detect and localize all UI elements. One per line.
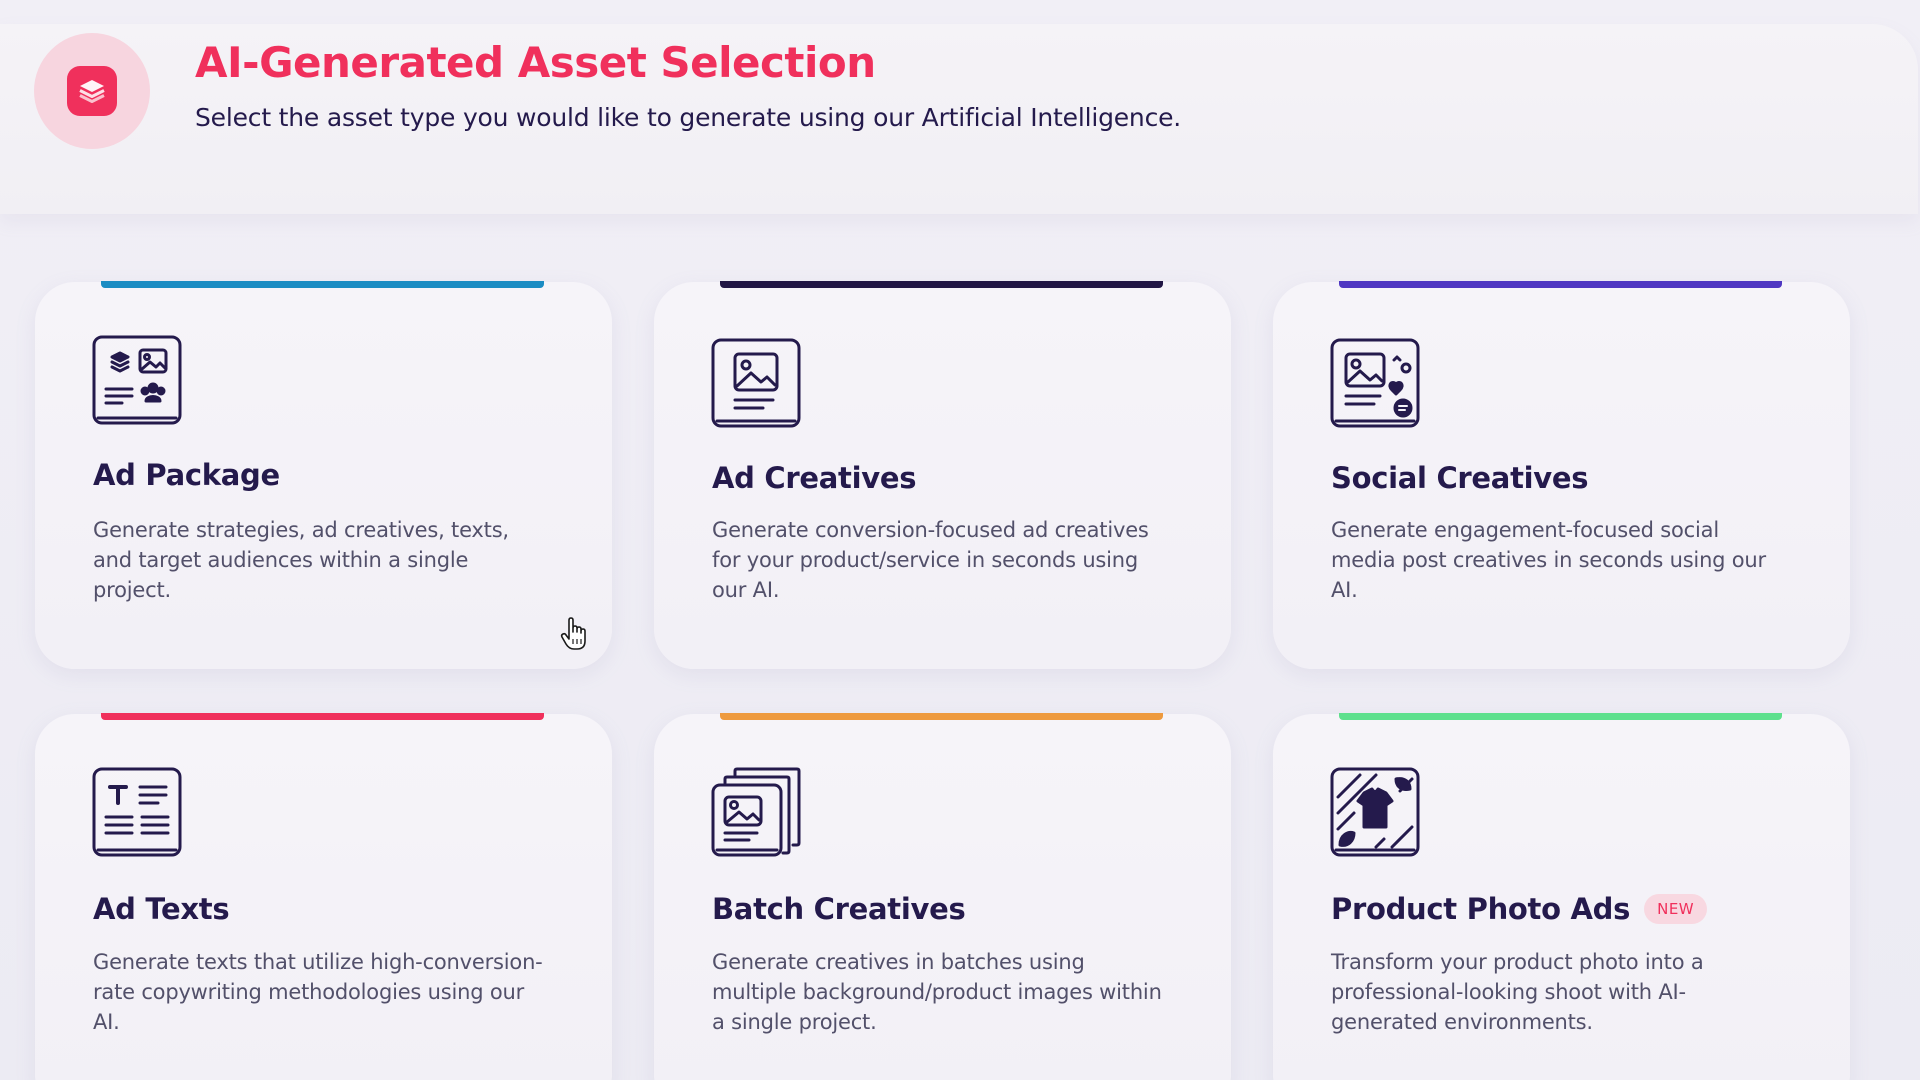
ad-package-icon [92,335,182,425]
card-title-text: Ad Creatives [712,461,917,495]
header-panel: AI-Generated Asset Selection Select the … [0,24,1918,214]
accent-bar [1339,713,1782,720]
new-badge: NEW [1644,894,1708,924]
text-document-icon [92,767,182,857]
asset-selection-page: AI-Generated Asset Selection Select the … [0,0,1920,1080]
card-ad-creatives[interactable]: Ad Creatives Generate conversion-focused… [654,281,1231,669]
page-title: AI-Generated Asset Selection [195,38,876,87]
card-ad-package[interactable]: Ad Package Generate strategies, ad creat… [35,281,612,669]
logo-badge [34,33,150,149]
page-subtitle: Select the asset type you would like to … [195,103,1182,132]
card-ad-texts[interactable]: Ad Texts Generate texts that utilize hig… [35,713,612,1080]
stacked-images-icon [711,767,801,857]
card-title-text: Product Photo Ads [1331,892,1631,926]
accent-bar [101,713,544,720]
card-title: Product Photo Ads NEW [1331,892,1708,926]
accent-bar [720,713,1163,720]
accent-bar [1339,281,1782,288]
accent-bar [720,281,1163,288]
image-document-icon [711,338,801,428]
card-title: Ad Texts [93,892,230,926]
accent-bar [101,281,544,288]
card-description: Generate conversion-focused ad creatives… [712,518,1149,602]
card-title-text: Social Creatives [1331,461,1589,495]
card-description: Generate texts that utilize high-convers… [93,950,543,1034]
card-social-creatives[interactable]: Social Creatives Generate engagement-foc… [1273,281,1850,669]
card-title-text: Ad Package [93,458,280,492]
card-product-photo-ads[interactable]: Product Photo Ads NEW Transform your pro… [1273,713,1850,1080]
card-title: Batch Creatives [712,892,966,926]
product-photo-icon [1330,767,1420,857]
card-batch-creatives[interactable]: Batch Creatives Generate creatives in ba… [654,713,1231,1080]
card-title-text: Ad Texts [93,892,230,926]
card-description: Generate strategies, ad creatives, texts… [93,518,509,602]
card-title: Ad Package [93,458,280,492]
card-title-text: Batch Creatives [712,892,966,926]
hand-pointer-icon [560,617,588,651]
card-title: Social Creatives [1331,461,1589,495]
layers-icon [67,66,117,116]
card-description: Generate engagement-focused social media… [1331,518,1766,602]
card-description: Transform your product photo into a prof… [1331,950,1704,1034]
social-post-icon [1330,338,1420,428]
card-description: Generate creatives in batches using mult… [712,950,1162,1034]
card-title: Ad Creatives [712,461,916,495]
